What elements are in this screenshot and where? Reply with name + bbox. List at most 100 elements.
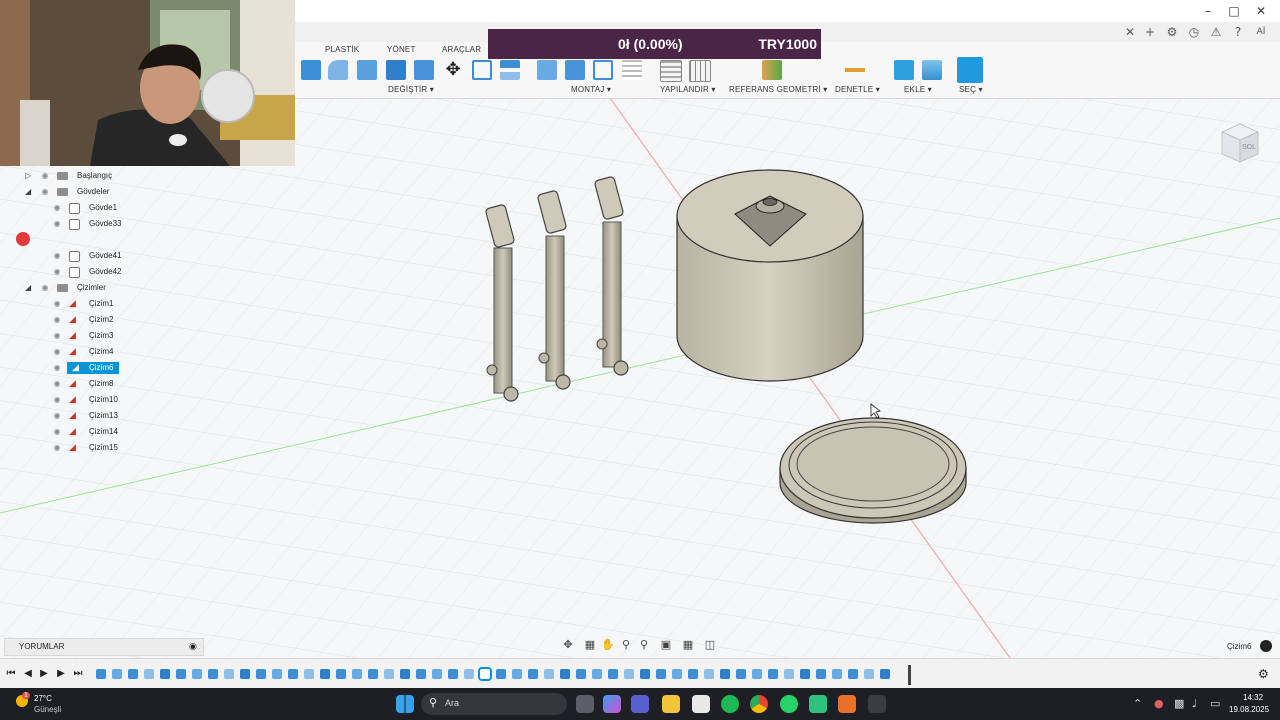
browser-body-govde33[interactable]: ◉ Gövde33 [0,216,160,232]
whatsapp-icon[interactable] [780,695,798,713]
timeline-feature-icon[interactable] [560,669,570,679]
browser-sketch-cizim10[interactable]: ◉ ◢ Çizim10 [0,392,160,408]
taskbar-search-box[interactable]: ⚲ Ara [421,693,567,715]
visibility-icon[interactable]: ◉ [40,171,50,181]
construct-plane-icon[interactable] [762,60,782,80]
tray-overflow-icon[interactable]: ⌃ [1133,697,1142,711]
browser-folder-cizimler[interactable]: ◢ ◉ Çizimler [0,280,160,296]
timeline-feature-icon[interactable] [576,669,586,679]
timeline-prev-icon[interactable]: ◀ [22,667,34,681]
fillet-icon[interactable] [328,60,348,80]
chrome-icon[interactable] [750,695,768,713]
grid-settings-icon[interactable]: ▦ [680,637,696,653]
visibility-icon[interactable]: ◉ [52,427,62,437]
group-denetle[interactable]: DENETLE ▾ [835,85,880,94]
add-comment-icon[interactable]: ◉ [189,639,197,655]
timeline-end-icon[interactable]: ⏭ [72,667,84,681]
timeline-feature-icon[interactable] [864,669,874,679]
timeline-feature-icon[interactable] [160,669,170,679]
browser-folder-govdeler[interactable]: ◢ ◉ Gövdeler [0,184,160,200]
tab-yonet[interactable]: YÖNET [387,45,416,54]
browser-body-govde41[interactable]: ◉ Gövde41 [0,248,160,264]
timeline-feature-icon[interactable] [592,669,602,679]
tab-plastik[interactable]: PLASTİK [325,45,359,54]
timeline-feature-icon[interactable] [112,669,122,679]
browser-body-govde42[interactable]: ◉ Gövde42 [0,264,160,280]
close-tab-icon[interactable]: ✕ [1122,24,1138,40]
measure-icon[interactable] [845,60,865,80]
timeline-feature-icon[interactable] [800,669,810,679]
align-icon[interactable] [500,60,520,80]
timeline-feature-icon[interactable] [544,669,554,679]
battery-icon[interactable]: ▭ [1210,697,1220,711]
as-built-joint-icon[interactable] [593,60,613,80]
display-settings-icon[interactable]: ▣ [658,637,674,653]
timeline-marker[interactable] [908,665,911,685]
visibility-icon[interactable]: ◉ [52,411,62,421]
timeline-feature-icon[interactable] [416,669,426,679]
tab-araclar[interactable]: ARAÇLAR [442,45,481,54]
task-view-icon[interactable] [576,695,594,713]
timeline-feature-icon[interactable] [736,669,746,679]
browser-sketch-cizim8[interactable]: ◉ ◢ Çizim8 [0,376,160,392]
timeline-feature-icon[interactable] [304,669,314,679]
timeline-feature-icon[interactable] [880,669,890,679]
browser-sketch-cizim14[interactable]: ◉ ◢ Çizim14 [0,424,160,440]
visibility-icon[interactable]: ◉ [52,347,62,357]
timeline-feature-icon[interactable] [240,669,250,679]
timeline-feature-icon[interactable] [816,669,826,679]
job-status-icon[interactable]: ◷ [1186,24,1202,40]
press-pull-icon[interactable] [301,60,321,80]
viewcube[interactable]: SOL [1214,118,1264,168]
timeline-feature-icon[interactable] [608,669,618,679]
move-icon[interactable]: ✥ [443,60,463,80]
timeline-feature-icon[interactable] [96,669,106,679]
credit-banner[interactable]: 0ł (0.00%) TRY1000 [488,29,821,59]
timeline-feature-icon[interactable] [256,669,266,679]
visibility-icon[interactable]: ◉ [40,283,50,293]
timeline-feature-icon[interactable] [176,669,186,679]
new-tab-icon[interactable]: + [1142,24,1158,40]
timeline-feature-icon[interactable] [288,669,298,679]
group-referans-geometri[interactable]: REFERANS GEOMETRİ ▾ [729,85,828,94]
timeline-feature-icon[interactable] [144,669,154,679]
selection-filter-icon[interactable] [1260,640,1272,652]
taskbar-app-icon[interactable] [809,695,827,713]
user-avatar[interactable]: Aİ [1253,24,1269,40]
cylinder-body[interactable] [676,169,864,382]
scale-icon[interactable] [472,60,492,80]
timeline-feature-icon[interactable] [336,669,346,679]
browser-sketch-cizim3[interactable]: ◉ ◢ Çizim3 [0,328,160,344]
look-at-icon[interactable]: ▦ [582,637,598,653]
timeline-feature-icon[interactable] [128,669,138,679]
joint-icon[interactable] [537,60,557,80]
volume-icon[interactable]: ♩ [1192,697,1197,711]
timeline-feature-icon[interactable] [208,669,218,679]
notifications-icon[interactable]: ⚠ [1208,24,1224,40]
zoom-icon[interactable]: ⚲ [618,637,634,653]
timeline-feature-icon[interactable] [224,669,234,679]
visibility-icon[interactable]: ◉ [52,331,62,341]
browser-sketch-cizim4[interactable]: ◉ ◢ Çizim4 [0,344,160,360]
browser-sketch-cizim6[interactable]: ◉ ◢ Çizim6 [0,360,160,376]
browser-body-govde1[interactable]: ◉ Gövde1 [0,200,160,216]
timeline-feature-icon[interactable] [272,669,282,679]
shell-icon[interactable] [357,60,377,80]
fit-icon[interactable]: ⚲ [636,637,652,653]
select-icon[interactable] [957,57,983,83]
network-icon[interactable]: ▩ [1174,697,1184,711]
timeline-feature-icon[interactable] [478,667,492,681]
timeline-feature-icon[interactable] [496,669,506,679]
table-icon[interactable] [689,60,711,82]
timeline-play-icon[interactable]: ▶ [38,667,50,681]
combine-icon[interactable] [386,60,406,80]
visibility-icon[interactable]: ◉ [52,379,62,389]
group-degistir[interactable]: DEĞİŞTİR ▾ [388,85,434,94]
windows-start-icon[interactable] [396,695,414,713]
timeline-feature-icon[interactable] [640,669,650,679]
timeline-feature-icon[interactable] [192,669,202,679]
bom-icon[interactable] [622,60,642,80]
browser-sketch-cizim15[interactable]: ◉ ◢ Çizim15 [0,440,160,456]
file-explorer-icon[interactable] [662,695,680,713]
comments-panel[interactable]: YORUMLAR ◉ [4,638,204,656]
